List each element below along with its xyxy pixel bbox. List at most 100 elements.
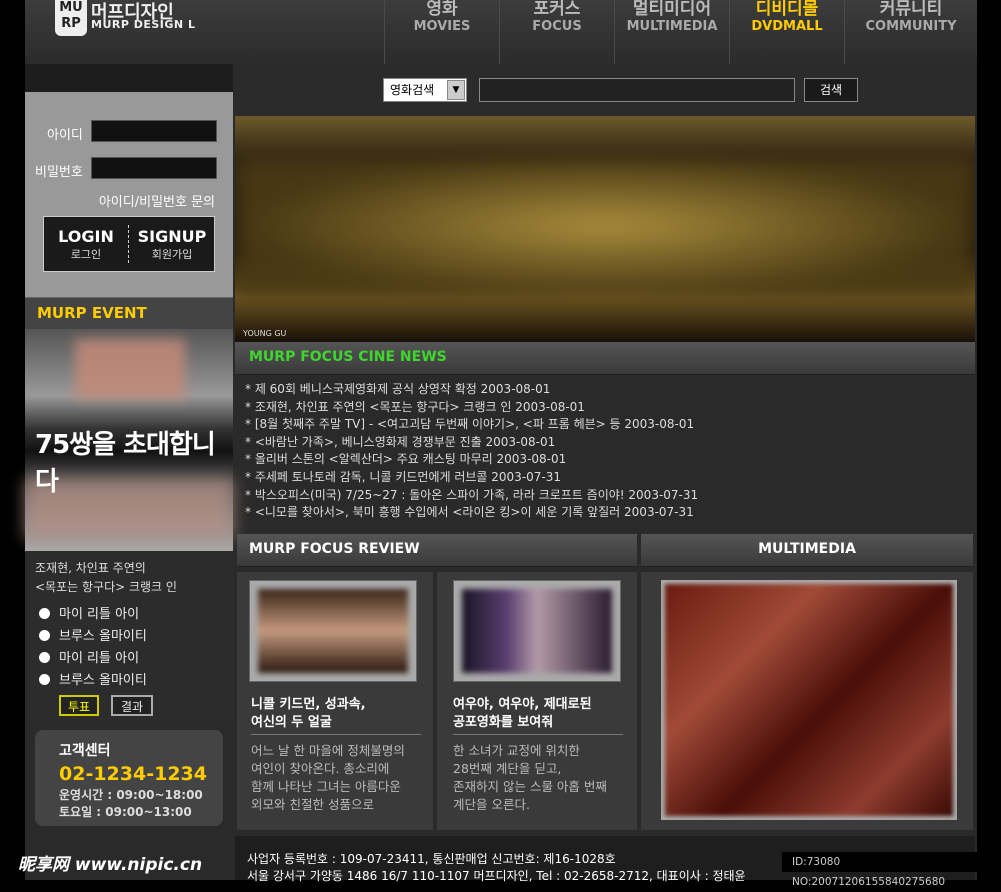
login-label-ko: 로그인 — [70, 248, 102, 261]
nav-focus[interactable]: 포커스 FOCUS — [499, 0, 614, 64]
signup-label-en: SIGNUP — [137, 227, 207, 246]
nav-label-ko: 포커스 — [533, 0, 581, 19]
site-logo[interactable]: MU RP 머프디자인 MURP DESIGN L — [55, 0, 225, 40]
multimedia-panel — [641, 572, 973, 830]
banner-image-blur — [235, 156, 975, 296]
nav-label-ko: 커뮤니티 — [879, 0, 943, 19]
news-item[interactable]: * <니모를 찾아서>, 북미 흥행 수입에서 <라이온 킹>이 세운 기록 앞… — [245, 504, 965, 522]
review-desc-line: 외모와 친절한 성품으로 — [251, 797, 374, 812]
news-item[interactable]: * 조재현, 차인표 주연의 <목포는 항구다> 크랭크 인 2003-08-0… — [245, 399, 965, 417]
poll-option[interactable]: 마이 리틀 아이 — [39, 603, 139, 622]
search-category-select[interactable]: 영화검색 ▼ — [383, 78, 467, 102]
id-label: 아이디 — [47, 128, 83, 143]
customer-center-box: 고객센터 02-1234-1234 운영시간 : 09:00~18:00 토요일… — [35, 730, 223, 826]
find-id-password-link[interactable]: 아이디/비밀번호 문의 — [99, 191, 215, 210]
multimedia-image[interactable] — [661, 580, 957, 820]
review-card-description: 어느 날 한 마을에 정체불명의 여인이 찾아온다. 총소리에 함께 나타난 그… — [251, 742, 429, 814]
event-header: MURP EVENT — [25, 297, 233, 330]
header: MU RP 머프디자인 MURP DESIGN L 영화 MOVIES 포커스 … — [25, 0, 977, 64]
review-header: MURP FOCUS REVIEW — [237, 534, 637, 567]
nav-label-ko: 영화 — [426, 0, 458, 19]
search-bar: 영화검색 ▼ 검색 — [233, 64, 977, 116]
logo-subtitle: MURP DESIGN L — [91, 18, 196, 31]
customer-center-hours: 토요일 : 09:00~13:00 — [59, 805, 192, 819]
main-banner[interactable]: YOUNG GU — [235, 116, 975, 342]
radio-icon[interactable] — [39, 652, 50, 663]
search-button[interactable]: 검색 — [804, 78, 858, 102]
review-title-line: 여우야, 여우야, 제대로된 — [453, 697, 592, 712]
id-input[interactable] — [91, 120, 217, 142]
news-item[interactable]: * 제 60회 베니스국제영화제 공식 상영작 확정 2003-08-01 — [245, 381, 965, 399]
news-item[interactable]: * 주세페 토나토레 감독, 니콜 키드먼에게 러브콜 2003-07-31 — [245, 469, 965, 487]
review-desc-line: 함께 나타난 그녀는 아름다운 — [251, 779, 401, 794]
result-button[interactable]: 결과 — [111, 695, 153, 716]
news-title: MURP FOCUS CINE NEWS — [249, 349, 447, 365]
poll-option-label: 마이 리틀 아이 — [59, 651, 140, 666]
nav-label-ko: 멀티미디어 — [632, 0, 712, 19]
news-item[interactable]: * <바람난 가족>, 베니스영화제 경쟁부문 진출 2003-08-01 — [245, 434, 965, 452]
login-label-en: LOGIN — [58, 227, 114, 246]
search-input[interactable] — [479, 78, 795, 102]
event-headline: 75쌍을 초대합니다 — [35, 430, 216, 497]
radio-icon[interactable] — [39, 674, 50, 685]
poll-question: 조재현, 차인표 주연의 — [35, 561, 146, 575]
review-card[interactable]: 여우야, 여우야, 제대로된 공포영화를 보여줘 한 소녀가 교정에 위치한 2… — [437, 572, 637, 830]
review-desc-line: 존재하지 않는 스물 아홉 번째 — [453, 779, 607, 794]
review-desc-line: 계단을 오른다. — [453, 797, 530, 812]
review-card-title[interactable]: 여우야, 여우야, 제대로된 공포영화를 보여줘 — [453, 696, 623, 735]
event-banner-image[interactable]: 75쌍을 초대합니다 — [25, 329, 233, 551]
login-divider — [128, 225, 129, 263]
radio-icon[interactable] — [39, 608, 50, 619]
event-title: MURP EVENT — [37, 304, 147, 322]
review-image-blur — [258, 589, 408, 673]
watermark-site: 昵享网 www.nipic.cn — [18, 855, 203, 875]
nav-label-ko: 디비디몰 — [755, 0, 819, 19]
review-image-blur — [462, 589, 612, 673]
news-list: * 제 60회 베니스국제영화제 공식 상영작 확정 2003-08-01 * … — [245, 381, 965, 522]
review-desc-line: 한 소녀가 교정에 위치한 — [453, 743, 580, 758]
review-card-title[interactable]: 니콜 키드먼, 성과속, 여신의 두 얼굴 — [251, 696, 421, 735]
poll-question: <목포는 항구다> 크랭크 인 — [35, 580, 177, 594]
poll-option-label: 마이 리틀 아이 — [59, 607, 140, 622]
customer-center-phone: 02-1234-1234 — [59, 763, 207, 785]
poll-option[interactable]: 브루스 올마이티 — [39, 625, 147, 644]
customer-center-hours: 운영시간 : 09:00~18:00 — [59, 788, 203, 802]
nav-movies[interactable]: 영화 MOVIES — [384, 0, 499, 64]
news-item[interactable]: * [8월 첫째주 주말 TV] - <여고괴담 두번째 이야기>, <파 프롬… — [245, 416, 965, 434]
radio-icon[interactable] — [39, 630, 50, 641]
poll-option[interactable]: 마이 리틀 아이 — [39, 647, 139, 666]
review-title-line: 여신의 두 얼굴 — [251, 715, 332, 730]
logo-mark: MU RP — [55, 0, 87, 36]
review-thumbnail[interactable] — [249, 580, 417, 682]
poll-option-label: 브루스 올마이티 — [59, 629, 147, 644]
footer-address: 서울 강서구 가양동 1486 16/7 110-1107 머프디자인, Tel… — [247, 869, 746, 883]
signup-button[interactable]: SIGNUP 회원가입 — [130, 227, 214, 262]
nav-dvdmall[interactable]: 디비디몰 DVDMALL — [729, 0, 844, 64]
review-thumbnail[interactable] — [453, 580, 621, 682]
review-card-description: 한 소녀가 교정에 위치한 28번째 계단을 딛고, 존재하지 않는 스물 아홉… — [453, 742, 631, 814]
nav-label-en: FOCUS — [532, 19, 582, 34]
nav-label-en: DVDMALL — [751, 19, 823, 34]
banner-caption: YOUNG GU — [243, 329, 287, 338]
multimedia-image-blur — [665, 584, 953, 816]
review-desc-line: 28번째 계단을 딛고, — [453, 761, 562, 776]
search-category-value: 영화검색 — [390, 83, 435, 97]
password-label: 비밀번호 — [35, 165, 83, 180]
event-image-blur — [75, 339, 185, 399]
page-frame: MU RP 머프디자인 MURP DESIGN L 영화 MOVIES 포커스 … — [25, 0, 977, 883]
nav-community[interactable]: 커뮤니티 COMMUNITY — [844, 0, 977, 64]
multimedia-header: MULTIMEDIA — [641, 534, 973, 567]
chevron-down-icon[interactable]: ▼ — [447, 80, 465, 100]
review-desc-line: 어느 날 한 마을에 정체불명의 — [251, 743, 405, 758]
news-item[interactable]: * 올리버 스톤의 <알렉산더> 주요 캐스팅 마무리 2003-08-01 — [245, 451, 965, 469]
news-item[interactable]: * 박스오피스(미국) 7/25~27 : 돌아온 스파이 가족, 라라 크로프… — [245, 487, 965, 505]
poll-option[interactable]: 브루스 올마이티 — [39, 669, 147, 688]
review-card[interactable]: 니콜 키드먼, 성과속, 여신의 두 얼굴 어느 날 한 마을에 정체불명의 여… — [237, 572, 433, 830]
login-button[interactable]: LOGIN 로그인 — [44, 227, 128, 262]
vote-button[interactable]: 투표 — [59, 695, 99, 716]
review-title: MURP FOCUS REVIEW — [249, 541, 420, 557]
password-input[interactable] — [91, 157, 217, 179]
review-title-line: 니콜 키드먼, 성과속, — [251, 697, 366, 712]
nav-multimedia[interactable]: 멀티미디어 MULTIMEDIA — [614, 0, 729, 64]
signup-label-ko: 회원가입 — [151, 248, 193, 261]
